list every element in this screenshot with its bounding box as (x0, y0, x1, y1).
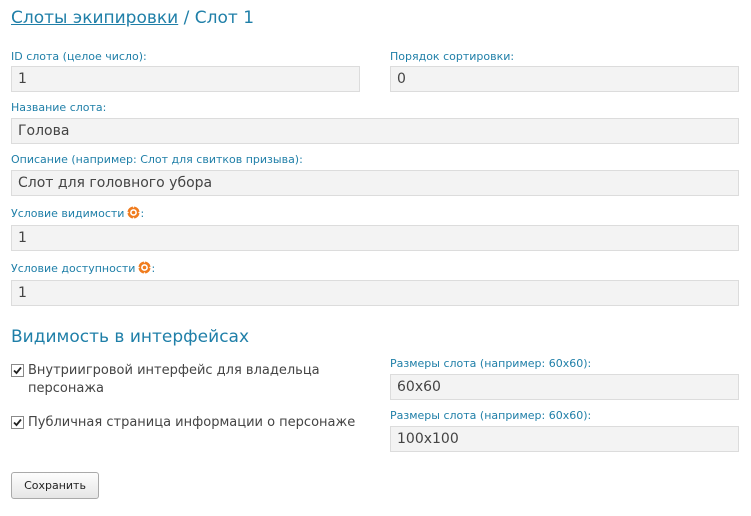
slot-size-input-1[interactable] (390, 374, 739, 400)
ingame-interface-label-line2: персонажа (28, 381, 104, 396)
visibility-condition-label: Условие видимости: (11, 206, 144, 220)
visibility-condition-input[interactable] (11, 225, 739, 251)
slot-id-input[interactable] (11, 66, 360, 92)
sort-order-input[interactable] (390, 66, 739, 92)
availability-condition-label-text: Условие доступности (11, 262, 136, 275)
public-page-checkbox[interactable] (11, 416, 24, 429)
page-title: Слоты экипировки / Слот 1 (11, 8, 254, 28)
checkbox-row-public-page: Публичная страница информации о персонаж… (11, 414, 355, 432)
slot-size-label-1: Размеры слота (например: 60x60): (390, 357, 592, 370)
gear-icon[interactable] (138, 261, 152, 274)
ingame-interface-checkbox[interactable] (11, 364, 24, 377)
slot-id-label: ID слота (целое число): (11, 50, 147, 63)
breadcrumb-link-equipment-slots[interactable]: Слоты экипировки (11, 8, 178, 28)
description-label: Описание (например: Слот для свитков при… (11, 153, 303, 166)
slot-size-input-2[interactable] (390, 426, 739, 452)
checkbox-row-ingame-interface: Внутриигровой интерфейс для владельца пер… (11, 362, 320, 398)
slot-name-label: Название слота: (11, 101, 107, 114)
visibility-condition-colon: : (140, 207, 145, 220)
interfaces-section-title: Видимость в интерфейсах (11, 327, 250, 347)
description-input[interactable] (11, 170, 739, 196)
public-page-label: Публичная страница информации о персонаж… (28, 415, 356, 430)
ingame-interface-label-line1: Внутриигровой интерфейс для владельца (28, 363, 320, 378)
slot-name-input[interactable] (11, 118, 739, 144)
availability-condition-colon: : (151, 262, 156, 275)
sort-order-label: Порядок сортировки: (390, 50, 515, 63)
breadcrumb-separator: / (178, 8, 195, 28)
availability-condition-input[interactable] (11, 280, 739, 306)
gear-icon[interactable] (127, 206, 141, 219)
visibility-condition-label-text: Условие видимости (11, 207, 125, 220)
breadcrumb-current: Слот 1 (194, 8, 255, 28)
slot-size-label-2: Размеры слота (например: 60x60): (390, 409, 592, 422)
availability-condition-label: Условие доступности: (11, 261, 155, 275)
save-button[interactable]: Сохранить (11, 472, 99, 499)
